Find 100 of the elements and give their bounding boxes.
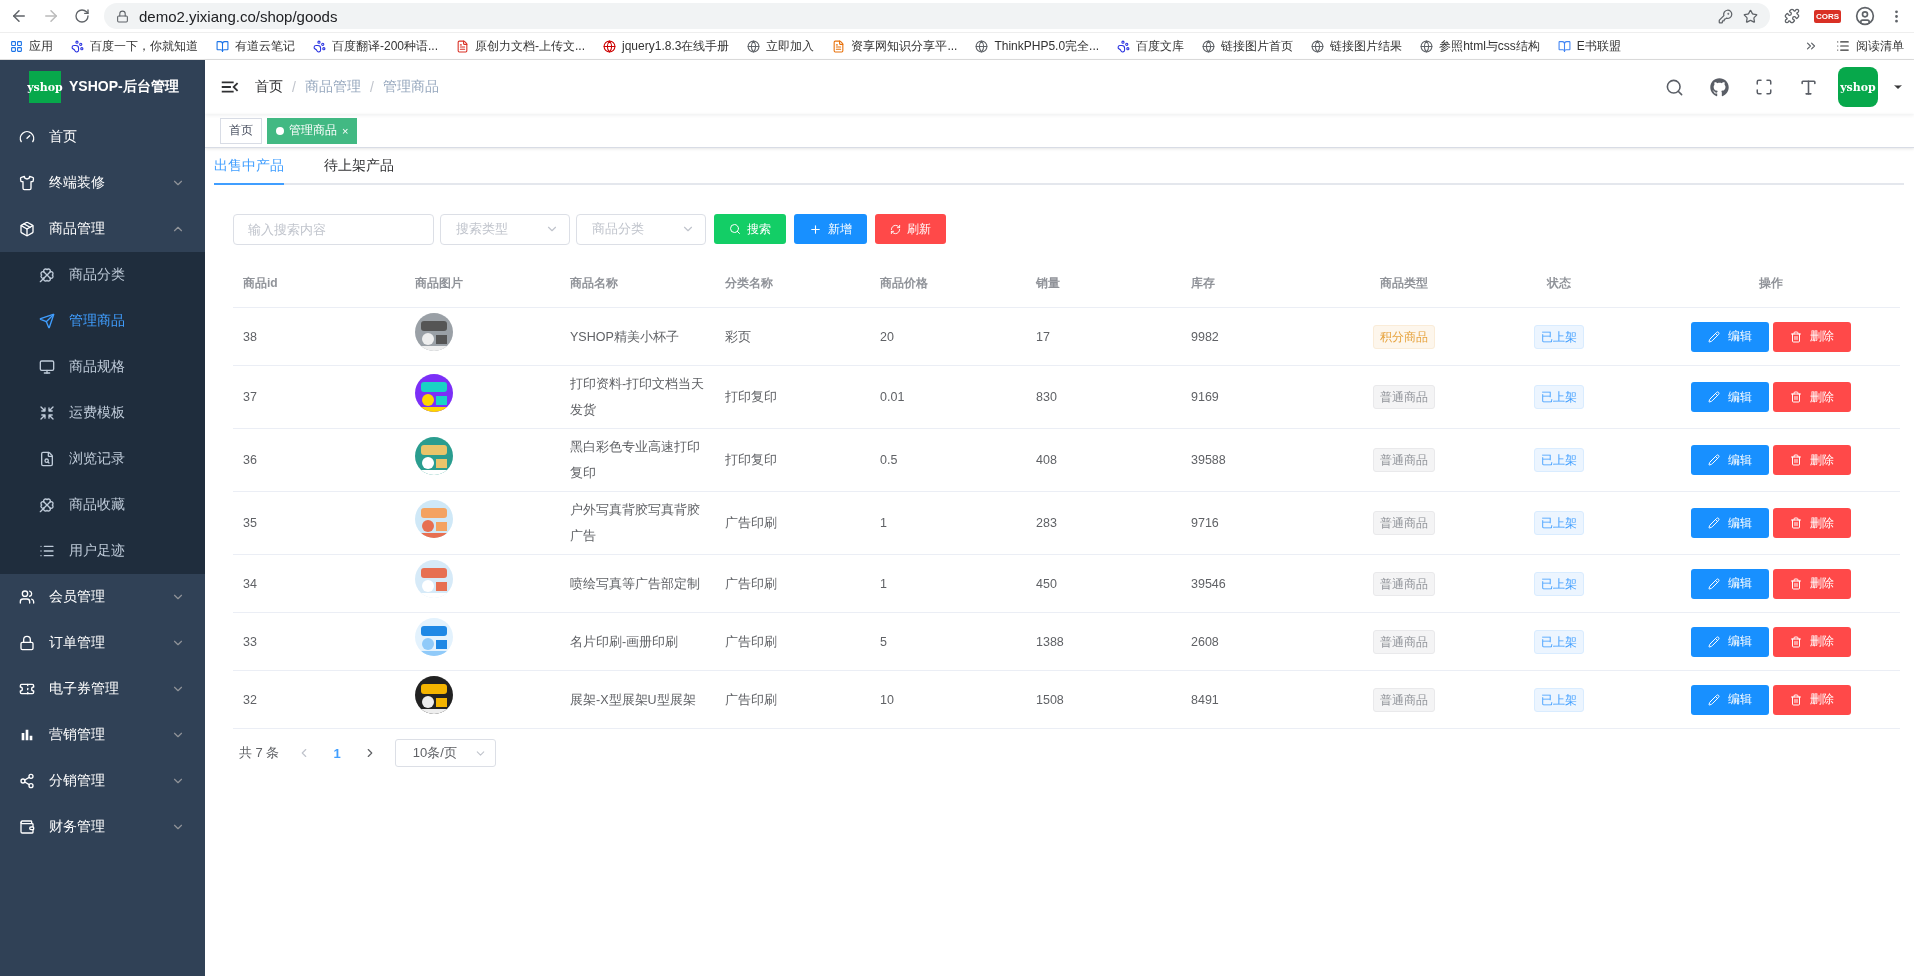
table-cell-text: 9716 xyxy=(1190,515,1220,532)
type-tag: 普通商品 xyxy=(1373,511,1435,535)
active-dot xyxy=(276,126,284,135)
table-cell-text: 0.5 xyxy=(879,452,899,469)
profile-icon[interactable] xyxy=(1855,6,1875,26)
ticket-icon xyxy=(19,681,35,697)
bookmark[interactable]: 原创力文档-上传文... xyxy=(456,37,586,55)
table-cell-text: 广告印刷 xyxy=(724,691,778,709)
table-cell-text: 名片印刷-画册印刷 xyxy=(569,633,680,651)
table-cell-text: 33 xyxy=(242,633,258,651)
table-cell-text: 5 xyxy=(879,633,888,651)
more-bookmarks-icon[interactable] xyxy=(1804,39,1818,53)
bookmark[interactable]: 百度翻译-200种语... xyxy=(313,37,439,55)
star-icon[interactable] xyxy=(1742,8,1758,24)
status-tag: 已上架 xyxy=(1534,511,1584,535)
page-size-select[interactable]: 10条/页 xyxy=(394,739,496,767)
bookmark[interactable]: 资享网知识分享平... xyxy=(832,37,958,55)
package-icon xyxy=(19,221,35,237)
clover-icon xyxy=(39,497,55,513)
bookmark[interactable]: 有道云笔记 xyxy=(216,37,295,55)
column-header: 商品名称 xyxy=(569,274,619,292)
type-tag: 普通商品 xyxy=(1373,448,1435,472)
table-cell-text: 打印资料-打印文档当天发货 xyxy=(569,376,706,419)
logo: yshop xyxy=(29,71,61,103)
table-cell-text: 36 xyxy=(242,452,258,469)
monitor-icon xyxy=(39,359,55,375)
reload-icon[interactable] xyxy=(74,8,90,24)
bookmark[interactable]: jquery1.8.3在线手册 xyxy=(603,37,730,55)
pencil-icon xyxy=(1707,693,1720,706)
bookmark[interactable]: 立即加入 xyxy=(747,37,815,55)
table-cell-text: 户外写真背胶写真背胶广告 xyxy=(569,502,701,545)
search-icon[interactable] xyxy=(1665,77,1684,97)
column-header: 商品类型 xyxy=(1379,274,1429,292)
puzzle-icon[interactable] xyxy=(1783,8,1800,24)
bookmark[interactable]: 百度一下，你就知道 xyxy=(71,37,198,55)
bookmark[interactable]: E书联盟 xyxy=(1557,37,1621,55)
back-icon[interactable] xyxy=(10,7,28,25)
fullscreen-icon[interactable] xyxy=(1755,78,1773,96)
table-cell-text: 450 xyxy=(1035,575,1058,593)
lock-icon xyxy=(116,9,129,23)
url-text: demo2.yixiang.co/shop/goods xyxy=(139,7,339,25)
table-cell-text: 2608 xyxy=(1190,633,1220,651)
send-icon xyxy=(39,313,55,329)
bookmark[interactable]: ThinkPHP5.0完全... xyxy=(975,37,1100,55)
trash-icon xyxy=(1789,517,1802,529)
plus-icon xyxy=(809,222,822,236)
trash-icon xyxy=(1789,454,1802,466)
bookmark[interactable]: 链接图片结果 xyxy=(1311,37,1403,55)
github-icon[interactable] xyxy=(1710,77,1729,97)
globe-icon xyxy=(1202,39,1216,53)
tab[interactable]: 待上架产品 xyxy=(324,148,394,185)
trash-icon xyxy=(1789,330,1802,343)
bookmark[interactable]: 链接图片首页 xyxy=(1202,37,1294,55)
clover-icon xyxy=(39,267,55,283)
status-tag: 已上架 xyxy=(1534,385,1584,409)
file-search-icon xyxy=(39,451,55,467)
table-cell-text: 10 xyxy=(879,691,895,709)
paw-icon xyxy=(1117,39,1131,53)
pencil-icon xyxy=(1707,517,1720,529)
list-icon xyxy=(1836,39,1850,53)
table-cell-text: 8491 xyxy=(1190,691,1220,709)
type-tag: 积分商品 xyxy=(1373,324,1435,349)
users-icon xyxy=(19,589,35,605)
bookmark[interactable]: 参照html与css结构 xyxy=(1420,37,1540,55)
breadcrumb-link[interactable]: 首页 xyxy=(255,78,283,96)
table-cell-text: 黑白彩色专业高速打印复印 xyxy=(569,439,701,482)
table-cell-text: 32 xyxy=(242,691,258,709)
table-cell-text: 1388 xyxy=(1035,633,1065,651)
column-header: 商品id xyxy=(242,274,279,292)
address-bar[interactable]: demo2.yixiang.co/shop/goods xyxy=(104,3,1770,29)
status-tag: 已上架 xyxy=(1534,629,1584,654)
reading-list[interactable]: 阅读清单 xyxy=(1836,37,1904,55)
document-icon xyxy=(456,39,470,53)
status-tag: 已上架 xyxy=(1534,571,1584,596)
key-icon[interactable] xyxy=(1717,8,1733,24)
table-cell-text: 39546 xyxy=(1190,575,1227,593)
trash-icon xyxy=(1789,635,1802,648)
column-header: 库存 xyxy=(1190,274,1216,292)
table-cell-text: 广告印刷 xyxy=(724,633,778,651)
type-tag: 普通商品 xyxy=(1373,629,1435,654)
table-cell-text: 打印复印 xyxy=(724,452,778,469)
tag-view[interactable]: 首页 xyxy=(220,117,262,144)
extension-badge[interactable]: CORS xyxy=(1813,9,1841,23)
table-cell-text: 39588 xyxy=(1190,452,1227,469)
table-cell-text: 37 xyxy=(242,389,258,406)
globe-icon xyxy=(603,39,617,53)
font-size-icon[interactable] xyxy=(1799,77,1818,97)
trash-icon xyxy=(1789,577,1802,590)
wallet-icon xyxy=(19,819,35,835)
table-cell-text: 1508 xyxy=(1035,691,1065,709)
globe-icon xyxy=(1311,39,1325,53)
table-cell-text: 9169 xyxy=(1190,389,1220,406)
lock-icon xyxy=(19,635,35,651)
bookmark[interactable]: 应用 xyxy=(10,37,53,55)
table-cell-text: 广告印刷 xyxy=(724,575,778,593)
breadcrumb-separator: / xyxy=(292,79,296,95)
search-field[interactable]: 输入搜索内容 xyxy=(233,213,434,245)
bookmark[interactable]: 百度文库 xyxy=(1117,37,1185,55)
app-title: YSHOP-后台管理 xyxy=(69,78,179,96)
type-tag: 普通商品 xyxy=(1373,385,1435,409)
